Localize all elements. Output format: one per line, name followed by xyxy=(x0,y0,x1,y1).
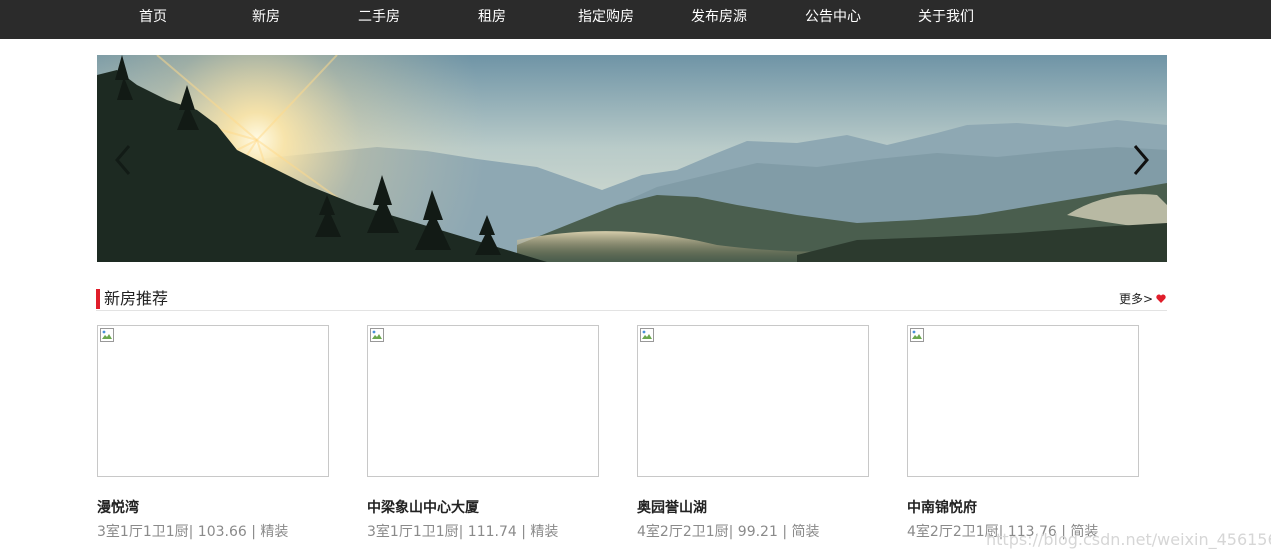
listing-info: 4室2厅2卫1厨| 99.21 | 简装 xyxy=(637,524,820,540)
nav-list: 首页 新房 二手房 租房 指定购房 发布房源 公告中心 关于我们 xyxy=(0,0,1271,39)
banner-carousel[interactable] xyxy=(97,55,1167,262)
heart-icon xyxy=(1156,294,1166,303)
nav-item-second-hand[interactable]: 二手房 xyxy=(322,0,436,39)
nav-item-new-house[interactable]: 新房 xyxy=(209,0,323,39)
broken-image-icon xyxy=(909,327,925,343)
nav-item-publish-listing[interactable]: 发布房源 xyxy=(662,0,776,39)
carousel-next-button[interactable] xyxy=(1129,143,1153,177)
listing-info: 3室1厅1卫1厨| 103.66 | 精装 xyxy=(97,524,289,540)
listing-image[interactable] xyxy=(907,325,1139,477)
listing-name[interactable]: 中梁象山中心大厦 xyxy=(367,499,599,517)
listing-name[interactable]: 中南锦悦府 xyxy=(907,499,1139,517)
top-nav: 首页 新房 二手房 租房 指定购房 发布房源 公告中心 关于我们 xyxy=(0,0,1271,39)
watermark: https://blog.csdn.net/weixin_45615663 xyxy=(986,530,1271,549)
banner-image xyxy=(97,55,1167,262)
section-accent-bar xyxy=(96,289,100,309)
listing-name[interactable]: 奥园誉山湖 xyxy=(637,499,869,517)
listing-image[interactable] xyxy=(367,325,599,477)
broken-image-icon xyxy=(99,327,115,343)
listing-card[interactable]: 漫悦湾 3室1厅1卫1厨| 103.66 | 精装 xyxy=(97,325,329,541)
nav-item-designated-purchase[interactable]: 指定购房 xyxy=(549,0,663,39)
listing-image[interactable] xyxy=(97,325,329,477)
section-header-new-houses: 新房推荐 更多> xyxy=(96,288,1167,311)
section-title: 新房推荐 xyxy=(104,289,169,308)
nav-item-about-us[interactable]: 关于我们 xyxy=(889,0,1003,39)
chevron-left-icon xyxy=(115,145,131,175)
broken-image-icon xyxy=(639,327,655,343)
listing-card[interactable]: 中梁象山中心大厦 3室1厅1卫1厨| 111.74 | 精装 xyxy=(367,325,599,541)
listing-card[interactable]: 中南锦悦府 4室2厅2卫1厨| 113.76 | 简装 xyxy=(907,325,1139,541)
nav-item-rent[interactable]: 租房 xyxy=(435,0,549,39)
listing-info: 3室1厅1卫1厨| 111.74 | 精装 xyxy=(367,524,559,540)
more-link[interactable]: 更多> xyxy=(1119,291,1153,307)
listing-card[interactable]: 奥园誉山湖 4室2厅2卫1厨| 99.21 | 简装 xyxy=(637,325,869,541)
nav-item-announcements[interactable]: 公告中心 xyxy=(776,0,890,39)
nav-item-home[interactable]: 首页 xyxy=(96,0,210,39)
broken-image-icon xyxy=(369,327,385,343)
listing-name[interactable]: 漫悦湾 xyxy=(97,499,329,517)
chevron-right-icon xyxy=(1133,145,1149,175)
listing-image[interactable] xyxy=(637,325,869,477)
carousel-prev-button[interactable] xyxy=(111,143,135,177)
